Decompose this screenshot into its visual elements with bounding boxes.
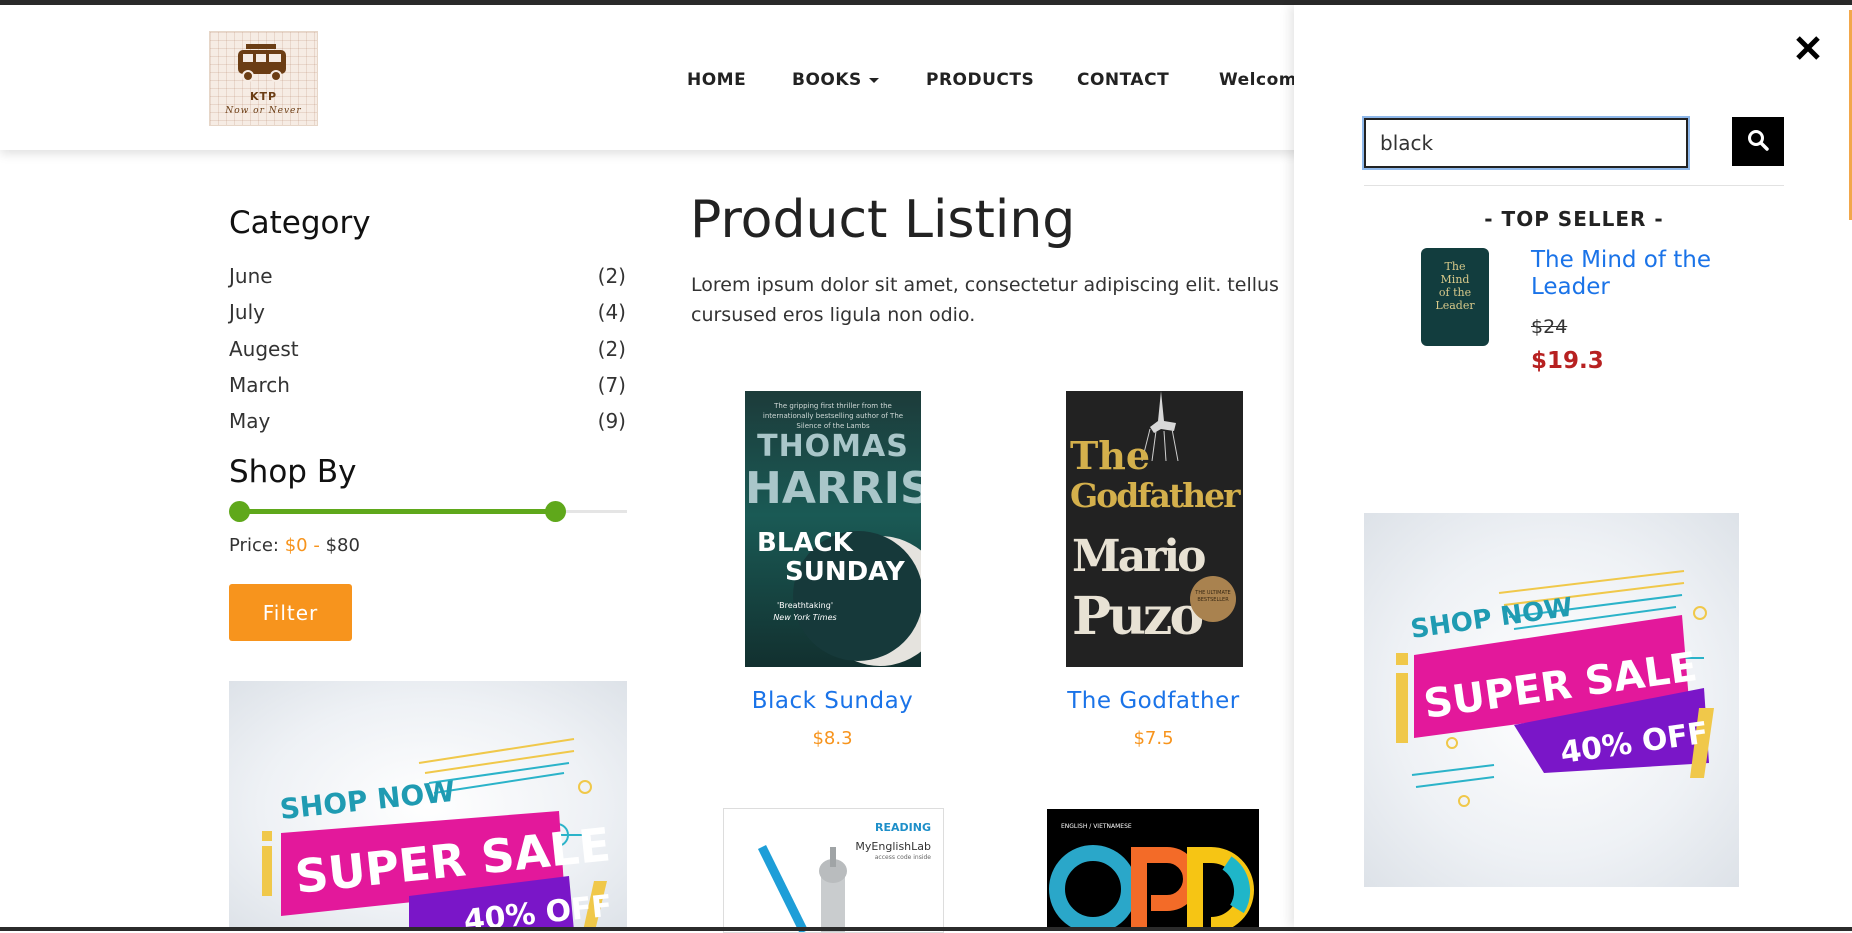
category-label: May (229, 409, 271, 433)
cover-text-4: Leader (1435, 299, 1475, 312)
category-count: (2) (597, 264, 626, 288)
cover-author-last: HARRIS (745, 463, 921, 514)
price-slider-range (239, 509, 556, 514)
page-description: Lorem ipsum dolor sit amet, consectetur … (691, 274, 1279, 326)
category-count: (9) (597, 409, 626, 433)
product-price: $8.3 (812, 728, 853, 749)
product-title[interactable]: The Godfather (1021, 688, 1286, 714)
cover-title-line2: SUNDAY (785, 557, 905, 587)
price-max: $80 (325, 535, 360, 556)
category-label: March (229, 373, 290, 397)
cover-text-3: of the (1438, 286, 1472, 299)
category-heading: Category (229, 205, 371, 241)
cover-title-line2: Godfather (1070, 476, 1240, 515)
panel-promo-banner[interactable]: SHOP NOW SUPER SALE 40% OFF (1364, 513, 1739, 887)
nav-contact[interactable]: CONTACT (1077, 70, 1169, 90)
cover-title-line1: The (1070, 433, 1151, 478)
search-button[interactable] (1732, 117, 1784, 166)
nav-books[interactable]: BOOKS (792, 70, 879, 90)
site-logo[interactable]: KTP Now or Never (209, 31, 318, 126)
nav-books-label: BOOKS (792, 70, 862, 90)
top-seller-heading: - TOP SELLER - (1484, 207, 1664, 231)
bestseller-seal: THE ULTIMATE BESTSELLER (1190, 576, 1236, 622)
super-sale-graphic: SHOP NOW SUPER SALE 40% OFF (262, 738, 614, 931)
close-button[interactable] (1794, 30, 1824, 66)
price-separator: - (313, 535, 320, 556)
nav-welcome[interactable]: Welcom (1219, 70, 1297, 90)
book-cover-black-sunday[interactable]: The gripping first thriller from the int… (745, 391, 921, 667)
nav-home[interactable]: HOME (687, 70, 746, 90)
van-icon (238, 44, 286, 82)
shop-now-text: SHOP NOW (278, 775, 456, 826)
panel-divider (1364, 185, 1784, 186)
super-sale-graphic: SHOP NOW SUPER SALE 40% OFF (1396, 570, 1714, 807)
logo-name: KTP (249, 90, 278, 103)
promo-banner[interactable]: SHOP NOW SUPER SALE 40% OFF (229, 681, 627, 931)
cover-quote-source: New York Times (773, 613, 837, 622)
category-count: (7) (597, 373, 626, 397)
top-seller-title[interactable]: The Mind of the Leader (1531, 247, 1771, 301)
product-price: $7.5 (1133, 728, 1174, 749)
search-input[interactable] (1362, 116, 1690, 170)
cover-quote: 'Breathtaking' (776, 601, 834, 610)
window-bottom-bar (0, 927, 1852, 931)
category-item[interactable]: July (4) (229, 300, 626, 324)
category-count: (2) (597, 337, 626, 361)
top-seller-cover[interactable]: The Mind of the Leader (1421, 248, 1489, 346)
close-icon (1796, 36, 1820, 60)
price-slider-min-handle[interactable] (229, 501, 250, 522)
logo-tagline: Now or Never (225, 106, 302, 116)
book-cover-reading[interactable]: READING MyEnglishLab access code inside (723, 808, 944, 933)
price-label: Price: (229, 535, 279, 556)
category-label: Augest (229, 337, 299, 361)
cover-author-first: Mario (1072, 531, 1206, 582)
search-icon (1748, 130, 1769, 151)
cover-text-2: Mind (1440, 273, 1470, 286)
category-item[interactable]: June (2) (229, 264, 626, 288)
top-seller-new-price: $19.3 (1531, 348, 1604, 374)
page-title: Product Listing (690, 190, 1076, 250)
category-item[interactable]: March (7) (229, 373, 626, 397)
cover-tagline: The gripping first thriller from the int… (762, 402, 904, 430)
category-count: (4) (597, 300, 626, 324)
cover-author-last: Puzo (1072, 586, 1204, 647)
nav-products[interactable]: PRODUCTS (926, 70, 1034, 90)
shop-by-heading: Shop By (229, 454, 357, 490)
category-label: July (229, 300, 265, 324)
product-title[interactable]: Black Sunday (700, 688, 965, 714)
book-cover-opd[interactable]: ENGLISH / VIETNAMESE (1047, 809, 1259, 931)
category-item[interactable]: Augest (2) (229, 337, 626, 361)
book-cover-godfather[interactable]: The Godfather Mario Puzo THE ULTIMATE BE… (1066, 391, 1243, 667)
cover-text-1: The (1444, 260, 1466, 273)
top-seller-old-price: $24 (1531, 316, 1568, 338)
price-min: $0 (284, 535, 308, 556)
cover-author-first: THOMAS (757, 429, 909, 464)
category-item[interactable]: May (9) (229, 409, 626, 433)
cover-title-line1: BLACK (757, 528, 853, 558)
price-slider-max-handle[interactable] (545, 501, 566, 522)
caret-down-icon (868, 77, 879, 83)
building-graphic (757, 845, 847, 932)
category-label: June (229, 264, 273, 288)
opd-logo-graphic (1049, 845, 1254, 931)
price-range-text: Price: $0 - $80 (229, 535, 360, 556)
filter-button[interactable]: Filter (229, 584, 352, 641)
